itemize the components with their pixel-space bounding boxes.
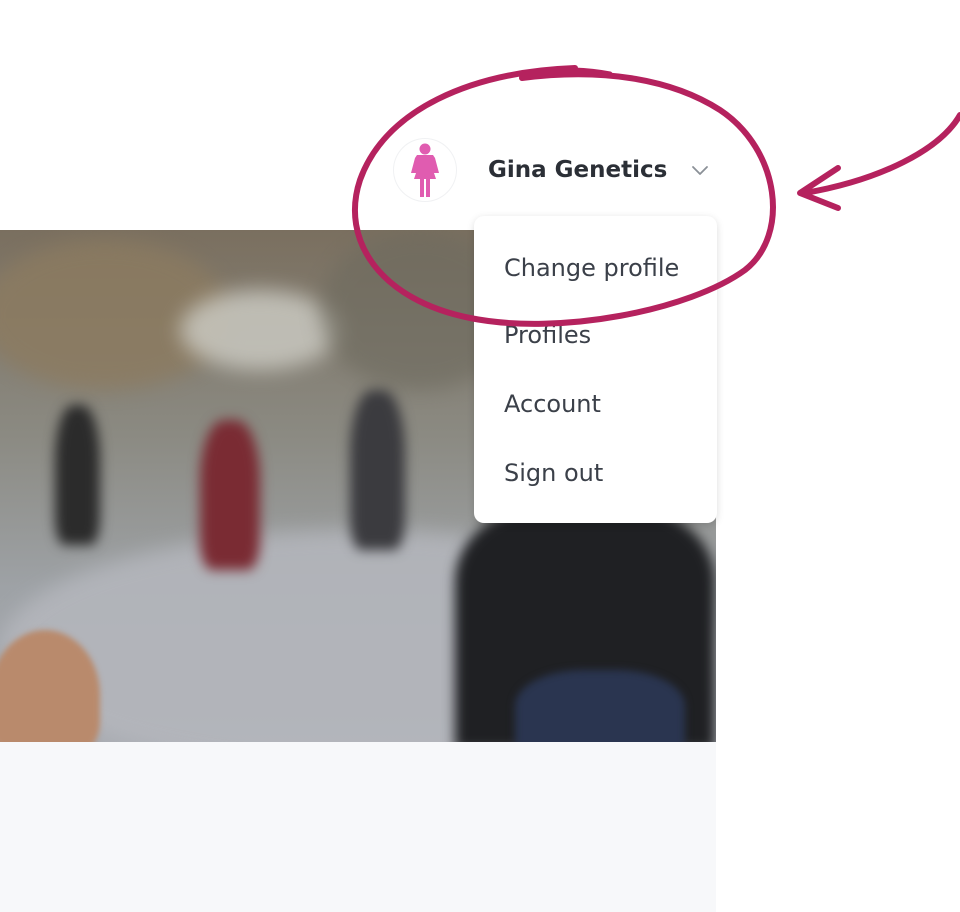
curved-arrow-icon xyxy=(802,112,960,196)
profile-dropdown-menu: Change profile Profiles Account Sign out xyxy=(474,216,717,523)
menu-item-change-profile[interactable]: Change profile xyxy=(474,236,717,300)
menu-item-sign-out[interactable]: Sign out xyxy=(474,438,717,507)
profile-menu-trigger[interactable]: Gina Genetics xyxy=(394,136,724,204)
content-panel xyxy=(0,742,716,912)
page: Gina Genetics Change profile Profiles Ac… xyxy=(0,0,960,912)
menu-item-profiles[interactable]: Profiles xyxy=(474,300,717,369)
female-figure-icon xyxy=(411,143,439,197)
chevron-down-icon[interactable] xyxy=(689,159,711,181)
user-name[interactable]: Gina Genetics xyxy=(488,157,667,183)
menu-item-account[interactable]: Account xyxy=(474,369,717,438)
avatar[interactable] xyxy=(394,139,456,201)
